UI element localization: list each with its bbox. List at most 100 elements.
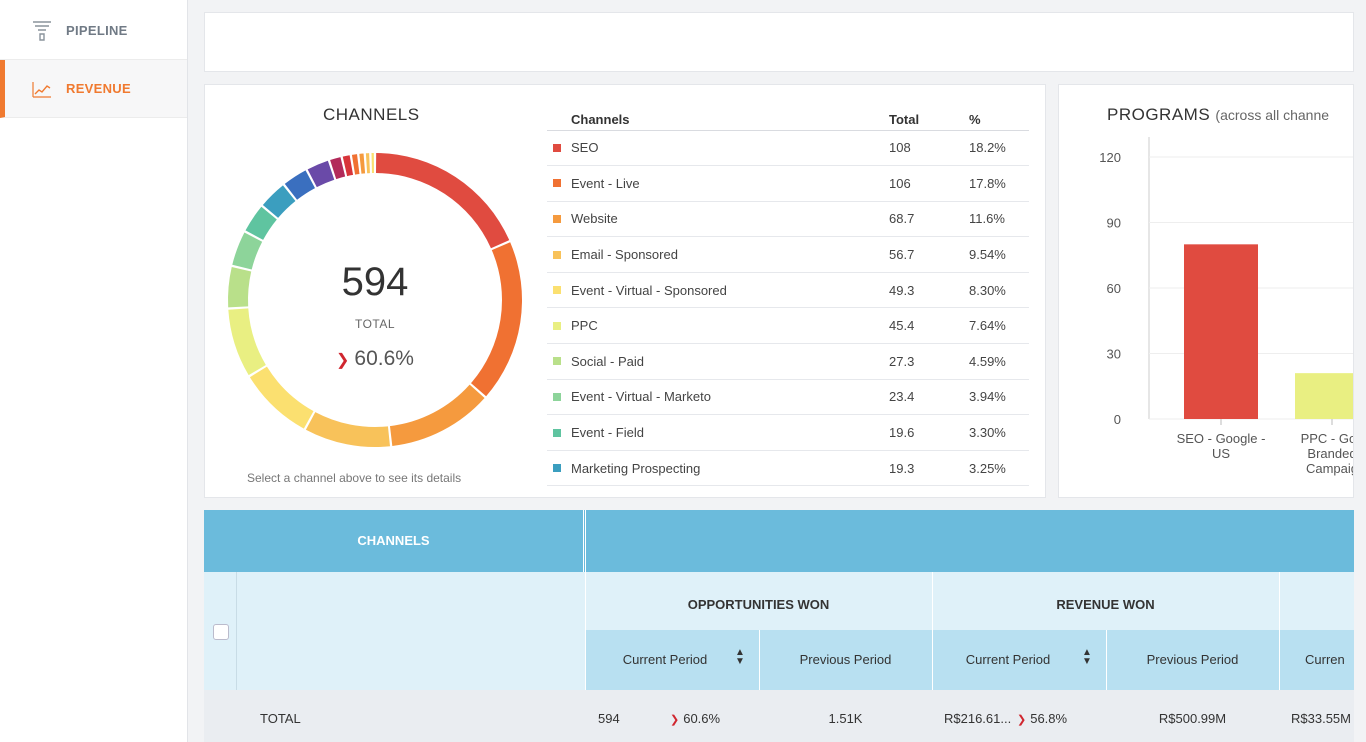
- channel-name-cell: Email - Sponsored: [547, 236, 889, 273]
- channel-pct: 18.2%: [969, 130, 1029, 167]
- donut-change-value: 60.6%: [354, 347, 414, 370]
- donut-total-value: 594: [341, 260, 409, 304]
- channel-name: Marketing Prospecting: [571, 460, 701, 476]
- donut-slice[interactable]: [371, 153, 374, 174]
- grid-channels-header[interactable]: CHANNELS: [204, 510, 584, 572]
- channel-pct: 8.30%: [969, 272, 1029, 309]
- y-tick-label: 30: [1107, 347, 1121, 362]
- channel-total: 19.3: [889, 450, 969, 487]
- programs-bar-chart: 120 90 60 30 0 SEO - Google -US PPC - GooBrand…: [1099, 137, 1354, 476]
- table-row[interactable]: Event - Virtual - Marketo 23.4 3.94%: [547, 379, 1029, 416]
- subheader-rev-current[interactable]: Current Period: [946, 652, 1070, 667]
- channel-total: 23.4: [889, 379, 969, 416]
- donut-total-label: TOTAL: [354, 317, 396, 331]
- channel-color-swatch: [553, 357, 561, 366]
- channel-name-cell: Social - Paid: [547, 343, 889, 380]
- channel-pct: 9.54%: [969, 236, 1029, 273]
- grid-header: CHANNELS: [204, 510, 1354, 572]
- channels-table: Channels Total % SEO 108 18.2% Event - Live…: [547, 104, 1029, 487]
- channel-name-cell: Event - Virtual - Sponsored: [547, 272, 889, 309]
- channels-donut[interactable]: 594 TOTAL ❯ 60.6%: [225, 150, 525, 450]
- channel-color-swatch: [553, 428, 561, 437]
- chevron-down-icon: ❯: [336, 352, 350, 369]
- subheader-rev-previous[interactable]: Previous Period: [1106, 652, 1279, 667]
- programs-card: PROGRAMS (across all channe 120 90 60 30 0 SE…: [1058, 84, 1354, 498]
- channel-pct: 11.6%: [969, 201, 1029, 238]
- subheader-opp-previous[interactable]: Previous Period: [759, 652, 932, 667]
- table-row[interactable]: PPC 45.4 7.64%: [547, 307, 1029, 345]
- subheader-label: Current Period: [965, 652, 1051, 667]
- channel-total: 19.6: [889, 414, 969, 451]
- channel-name-cell: SEO: [547, 130, 889, 167]
- channel-name-cell: Event - Virtual - Marketo: [547, 379, 889, 416]
- channel-color-swatch: [553, 464, 561, 473]
- sidebar: PIPELINE REVENUE: [0, 0, 188, 742]
- subheader-next-current[interactable]: Curren: [1283, 652, 1363, 667]
- sidebar-item-pipeline[interactable]: PIPELINE: [0, 2, 187, 60]
- channel-name: Event - Live: [571, 175, 640, 191]
- sidebar-item-revenue[interactable]: REVENUE: [0, 60, 187, 118]
- table-row[interactable]: Website 68.7 11.6%: [547, 201, 1029, 238]
- channel-name-cell: Website: [547, 201, 889, 238]
- channel-name-cell: Marketing Prospecting: [547, 450, 889, 487]
- channel-name-cell: Event - Field: [547, 414, 889, 451]
- channel-pct: 4.59%: [969, 343, 1029, 380]
- sort-icon[interactable]: ▲ ▼: [733, 648, 747, 667]
- y-tick-label: 0: [1114, 412, 1121, 427]
- channel-name-cell: PPC: [547, 307, 889, 345]
- table-row[interactable]: Social - Paid 27.3 4.59%: [547, 343, 1029, 380]
- channel-pct: 3.94%: [969, 379, 1029, 416]
- table-row[interactable]: SEO 108 18.2%: [547, 130, 1029, 167]
- total-rev-change: ❯ 56.8%: [1017, 711, 1067, 726]
- channel-total: 56.7: [889, 236, 969, 273]
- channel-color-swatch: [553, 214, 561, 223]
- total-opp-current: 594: [598, 711, 620, 726]
- table-row[interactable]: Email - Sponsored 56.7 9.54%: [547, 236, 1029, 273]
- table-row[interactable]: Event - Field 19.6 3.30%: [547, 414, 1029, 451]
- donut-slice[interactable]: [376, 153, 510, 249]
- channel-name: Social - Paid: [571, 353, 644, 369]
- channel-name: PPC: [571, 318, 598, 334]
- donut-slice[interactable]: [305, 412, 390, 447]
- trend-line-icon: [32, 81, 51, 98]
- channel-color-swatch: [553, 143, 561, 152]
- channel-color-swatch: [553, 321, 561, 330]
- donut-slice[interactable]: [249, 366, 314, 429]
- donut-slice[interactable]: [351, 154, 360, 175]
- bar[interactable]: [1295, 373, 1354, 419]
- table-row[interactable]: Event - Live 106 17.8%: [547, 165, 1029, 202]
- sidebar-item-label: PIPELINE: [66, 23, 128, 38]
- select-all-checkbox[interactable]: [213, 624, 229, 640]
- channel-total: 108: [889, 130, 969, 167]
- chevron-down-icon: ❯: [1017, 714, 1027, 726]
- channel-name: Event - Virtual - Marketo: [571, 389, 711, 405]
- funnel-icon: [33, 20, 51, 41]
- channel-total: 68.7: [889, 201, 969, 238]
- table-row[interactable]: Marketing Prospecting 19.3 3.25%: [547, 450, 1029, 487]
- channel-hint: Select a channel above to see its detail…: [247, 471, 462, 485]
- x-tick-label: PPC - Goo: [1301, 431, 1354, 446]
- channel-total: 106: [889, 165, 969, 202]
- col-header-channels: Channels: [547, 104, 889, 131]
- chevron-down-icon: ❯: [670, 714, 680, 726]
- donut-slice[interactable]: [359, 153, 366, 174]
- table-row[interactable]: Event - Virtual - Sponsored 49.3 8.30%: [547, 272, 1029, 309]
- donut-slice[interactable]: [342, 155, 354, 177]
- channel-total: 49.3: [889, 272, 969, 309]
- channel-name: SEO: [571, 140, 599, 156]
- channel-name-cell: Event - Live: [547, 165, 889, 202]
- group-revenue-won: REVENUE WON: [1056, 597, 1155, 612]
- col-header-pct: %: [969, 104, 1029, 131]
- channel-name: Website: [571, 211, 618, 227]
- y-tick-label: 120: [1099, 150, 1121, 165]
- donut-slice[interactable]: [389, 384, 485, 446]
- subheader-opp-current[interactable]: Current Period: [600, 652, 730, 667]
- bar[interactable]: [1184, 244, 1258, 419]
- sort-icon[interactable]: ▲ ▼: [1080, 648, 1094, 667]
- channel-pct: 17.8%: [969, 165, 1029, 202]
- donut-slice[interactable]: [365, 153, 370, 174]
- total-row-label: TOTAL: [260, 711, 301, 726]
- total-rev-change-value: 56.8%: [1030, 711, 1068, 726]
- channel-total: 27.3: [889, 343, 969, 380]
- total-opp-change-value: 60.6%: [683, 711, 721, 726]
